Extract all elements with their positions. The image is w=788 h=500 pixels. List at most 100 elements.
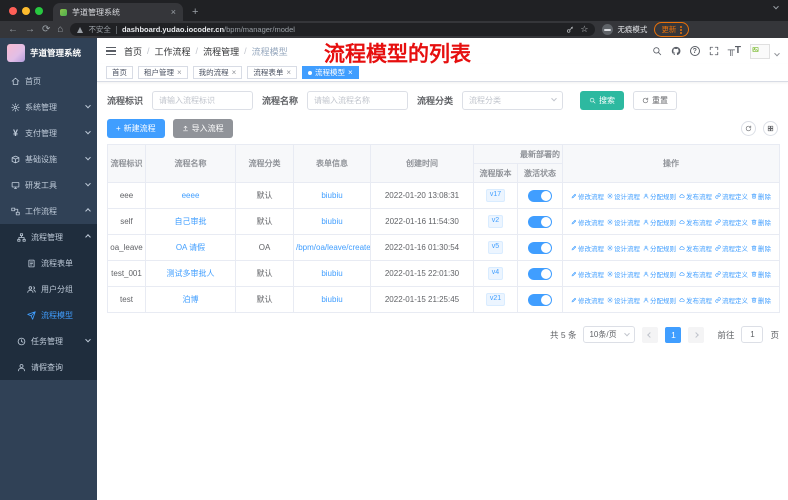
action-design[interactable]: 设计流程: [607, 243, 640, 253]
action-edit[interactable]: 修改流程: [571, 243, 604, 253]
process-name-input[interactable]: [307, 90, 409, 110]
breadcrumb-home[interactable]: 首页: [124, 45, 142, 58]
process-name-link[interactable]: 泊博: [183, 295, 199, 304]
action-edit[interactable]: 修改流程: [571, 295, 604, 305]
github-icon[interactable]: [671, 46, 681, 56]
maximize-window-button[interactable]: [35, 7, 43, 15]
action-design[interactable]: 设计流程: [607, 191, 640, 201]
process-name-link[interactable]: 测试多审批人: [167, 269, 215, 278]
action-definition[interactable]: 流程定义: [715, 217, 748, 227]
fullscreen-icon[interactable]: [709, 46, 719, 56]
sidebar-item-process-mgmt[interactable]: 流程管理: [0, 224, 97, 250]
action-publish[interactable]: 发布流程: [679, 295, 712, 305]
browser-menu-icon[interactable]: [680, 25, 683, 34]
active-toggle[interactable]: [528, 267, 552, 280]
action-assign[interactable]: 分配规则: [643, 269, 676, 279]
active-toggle[interactable]: [528, 215, 552, 228]
sidebar-item-user-group[interactable]: 用户分组: [0, 276, 97, 302]
category-select[interactable]: 流程分类: [462, 90, 564, 110]
forward-button[interactable]: →: [25, 24, 35, 35]
action-delete[interactable]: 删除: [751, 217, 771, 227]
search-button[interactable]: 搜索: [580, 90, 625, 110]
action-publish[interactable]: 发布流程: [679, 191, 712, 201]
sidebar-item-system[interactable]: 系统管理: [0, 94, 97, 120]
action-publish[interactable]: 发布流程: [679, 217, 712, 227]
active-toggle[interactable]: [528, 293, 552, 306]
help-icon[interactable]: ?: [689, 46, 700, 56]
action-assign[interactable]: 分配规则: [643, 191, 676, 201]
close-icon[interactable]: ×: [348, 68, 353, 77]
next-page-button[interactable]: [688, 326, 705, 343]
action-publish[interactable]: 发布流程: [679, 269, 712, 279]
active-toggle[interactable]: [528, 241, 552, 254]
breadcrumb-workflow[interactable]: 工作流程: [155, 45, 191, 58]
action-assign[interactable]: 分配规则: [643, 217, 676, 227]
tab-close-icon[interactable]: ×: [171, 7, 176, 17]
avatar-caret-icon[interactable]: [774, 50, 780, 57]
sidebar-item-payment[interactable]: ¥ 支付管理: [0, 120, 97, 146]
form-link[interactable]: biubiu: [321, 217, 342, 226]
reset-button[interactable]: 重置: [633, 90, 678, 110]
process-name-link[interactable]: OA 请假: [176, 243, 205, 252]
password-key-icon[interactable]: [566, 26, 574, 34]
action-definition[interactable]: 流程定义: [715, 191, 748, 201]
create-process-button[interactable]: + 新建流程: [107, 119, 165, 138]
action-delete[interactable]: 删除: [751, 269, 771, 279]
form-link[interactable]: /bpm/oa/leave/create: [296, 243, 370, 252]
breadcrumb-process-mgmt[interactable]: 流程管理: [203, 45, 239, 58]
tab-search-icon[interactable]: [773, 3, 779, 10]
browser-tab[interactable]: 芋道管理系统 ×: [53, 3, 183, 21]
hamburger-icon[interactable]: [106, 46, 116, 56]
tag-tenant[interactable]: 租户管理 ×: [138, 66, 188, 79]
search-icon[interactable]: [652, 46, 662, 56]
tag-my-process[interactable]: 我的流程 ×: [192, 66, 243, 79]
sidebar-item-workflow[interactable]: 工作流程: [0, 198, 97, 224]
prev-page-button[interactable]: [642, 326, 659, 343]
form-link[interactable]: biubiu: [321, 269, 342, 278]
new-tab-button[interactable]: +: [192, 6, 198, 18]
action-design[interactable]: 设计流程: [607, 295, 640, 305]
sidebar-item-infra[interactable]: 基础设施: [0, 146, 97, 172]
sidebar-item-home[interactable]: 首页: [0, 68, 97, 94]
action-definition[interactable]: 流程定义: [715, 243, 748, 253]
sidebar-item-leave-query[interactable]: 请假查询: [0, 354, 97, 380]
process-name-link[interactable]: 自己审批: [175, 217, 207, 226]
action-delete[interactable]: 删除: [751, 295, 771, 305]
close-icon[interactable]: ×: [232, 68, 237, 77]
sidebar-item-process-model[interactable]: 流程模型: [0, 302, 97, 328]
action-assign[interactable]: 分配规则: [643, 295, 676, 305]
action-delete[interactable]: 删除: [751, 191, 771, 201]
close-icon[interactable]: ×: [177, 68, 182, 77]
action-edit[interactable]: 修改流程: [571, 269, 604, 279]
tag-home[interactable]: 首页: [106, 66, 133, 79]
close-icon[interactable]: ×: [286, 68, 291, 77]
action-definition[interactable]: 流程定义: [715, 295, 748, 305]
action-design[interactable]: 设计流程: [607, 217, 640, 227]
refresh-table-button[interactable]: [741, 121, 756, 136]
column-settings-button[interactable]: [763, 121, 778, 136]
close-window-button[interactable]: [9, 7, 17, 15]
browser-update-button[interactable]: 更新: [654, 22, 690, 37]
page-1-button[interactable]: 1: [665, 326, 682, 343]
sidebar-item-task-mgmt[interactable]: 任务管理: [0, 328, 97, 354]
action-delete[interactable]: 删除: [751, 243, 771, 253]
page-size-select[interactable]: 10条/页: [583, 326, 636, 343]
import-process-button[interactable]: 导入流程: [172, 119, 233, 138]
action-design[interactable]: 设计流程: [607, 269, 640, 279]
goto-page-input[interactable]: [741, 326, 764, 343]
action-edit[interactable]: 修改流程: [571, 191, 604, 201]
tag-process-form[interactable]: 流程表单 ×: [247, 66, 298, 79]
back-button[interactable]: ←: [8, 24, 18, 35]
address-bar[interactable]: 不安全 dashboard.yudao.iocoder.cn/bpm/manag…: [70, 23, 596, 36]
reload-button[interactable]: ⟳: [42, 24, 50, 35]
sidebar-item-devtools[interactable]: 研发工具: [0, 172, 97, 198]
form-link[interactable]: biubiu: [321, 295, 342, 304]
process-key-input[interactable]: [152, 90, 254, 110]
process-name-link[interactable]: eeee: [182, 191, 200, 200]
user-avatar[interactable]: [750, 43, 770, 59]
active-toggle[interactable]: [528, 189, 552, 202]
action-definition[interactable]: 流程定义: [715, 269, 748, 279]
font-size-icon[interactable]: ╥T: [728, 46, 741, 56]
action-publish[interactable]: 发布流程: [679, 243, 712, 253]
sidebar-item-process-form[interactable]: 流程表单: [0, 250, 97, 276]
